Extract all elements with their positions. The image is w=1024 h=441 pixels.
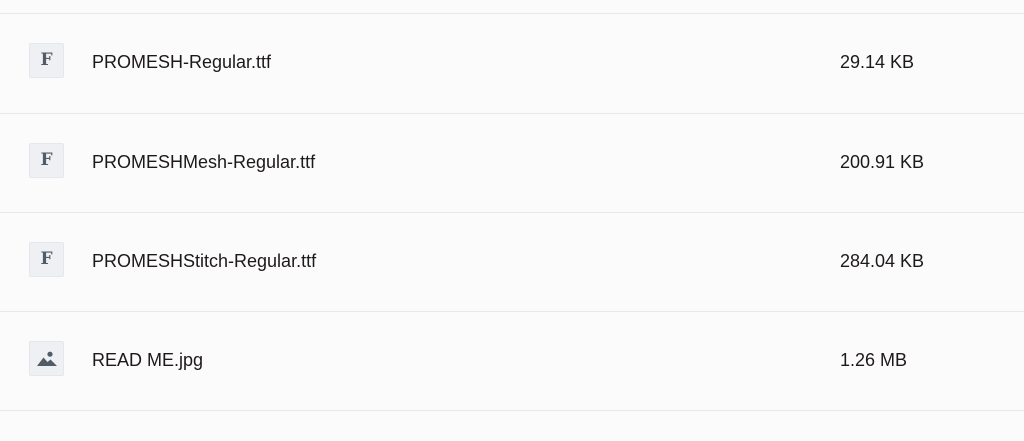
image-file-icon (29, 341, 64, 376)
file-size: 200.91 KB (840, 152, 925, 172)
file-size: 284.04 KB (840, 251, 925, 271)
font-file-icon: F (29, 143, 64, 178)
image-glyph (36, 351, 57, 366)
file-name[interactable]: PROMESHMesh-Regular.ttf (92, 152, 315, 173)
file-name[interactable]: PROMESHStitch-Regular.ttf (92, 251, 316, 272)
font-file-icon: F (29, 43, 64, 78)
font-glyph: F (40, 50, 53, 70)
file-name[interactable]: READ ME.jpg (92, 350, 203, 371)
font-glyph: F (40, 249, 53, 269)
file-row-promeshstitch-regular[interactable]: F PROMESHStitch-Regular.ttf 284.04 KB (0, 213, 1024, 312)
divider (0, 410, 1024, 411)
file-row-read-me[interactable]: READ ME.jpg 1.26 MB (0, 312, 1024, 411)
file-name[interactable]: PROMESH-Regular.ttf (92, 52, 271, 73)
file-size: 29.14 KB (840, 52, 915, 72)
font-file-icon: F (29, 242, 64, 277)
file-size: 1.26 MB (840, 350, 908, 370)
font-glyph: F (40, 150, 53, 170)
file-row-promesh-regular[interactable]: F PROMESH-Regular.ttf 29.14 KB (0, 14, 1024, 113)
file-row-promeshmesh-regular[interactable]: F PROMESHMesh-Regular.ttf 200.91 KB (0, 114, 1024, 213)
file-list: F PROMESH-Regular.ttf 29.14 KB F PROMESH… (0, 0, 1024, 441)
